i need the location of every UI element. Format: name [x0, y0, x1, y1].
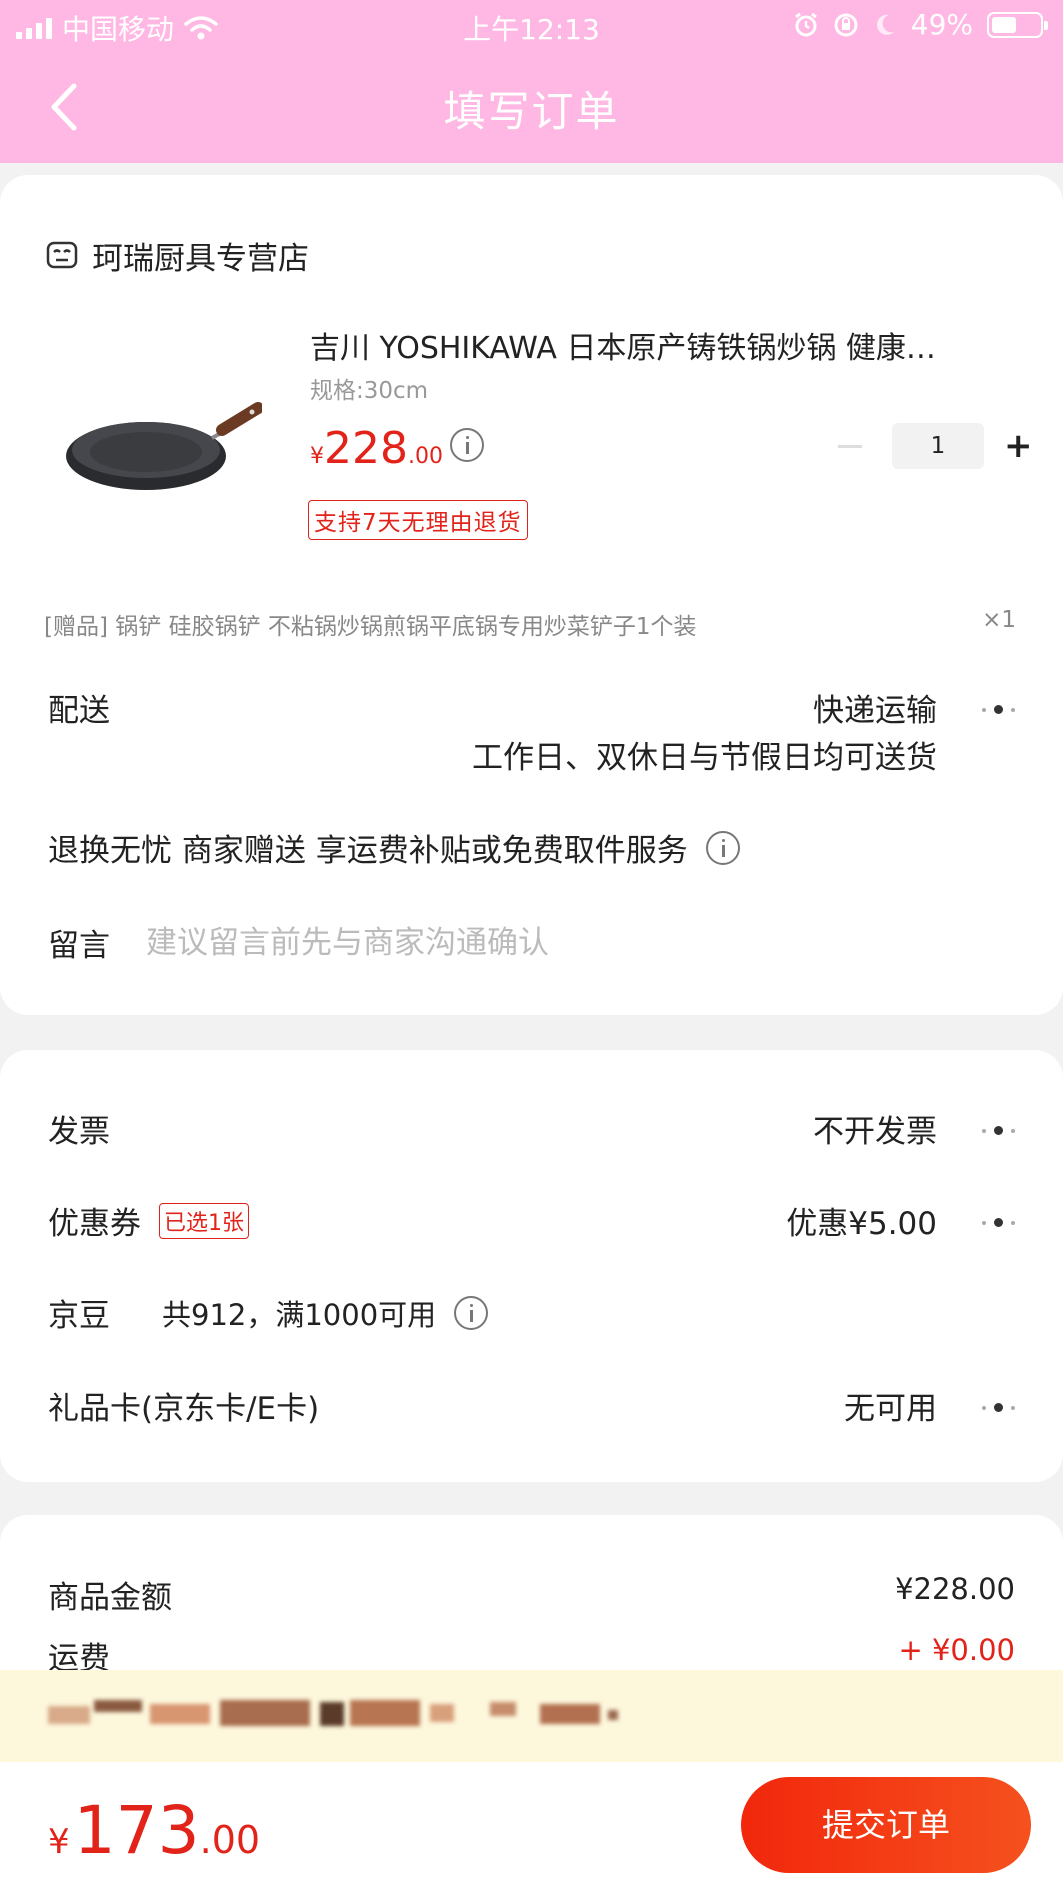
final-price-currency: ¥: [48, 1822, 70, 1862]
gift-card-value[interactable]: 无可用: [844, 1383, 937, 1428]
rotation-lock-icon: [834, 13, 858, 36]
shipping-value: + ¥0.00: [898, 1633, 1015, 1667]
goods-amount-label: 商品金额: [48, 1580, 172, 1616]
beans-info-icon[interactable]: [454, 1295, 489, 1330]
coupon-label: 优惠券: [48, 1206, 141, 1242]
coupon-more-icon[interactable]: [982, 1218, 1015, 1227]
header: 中国移动 上午12:13 49% 填写订单: [0, 0, 1063, 163]
price-info-icon[interactable]: [450, 428, 484, 462]
bottom-bar: ¥ 173 .00 提交订单: [0, 1762, 1063, 1888]
invoice-label: 发票: [48, 1114, 110, 1150]
note-input[interactable]: [146, 920, 906, 965]
gift-row: [赠品] 锅铲 硅胶锅铲 不粘锅炒锅煎锅平底锅专用炒菜铲子1个装 ×1: [44, 607, 1016, 641]
price-decimal: .00: [407, 444, 443, 469]
return-policy-badge: 支持7天无理由退货: [308, 500, 528, 540]
invoice-value[interactable]: 不开发票: [813, 1106, 937, 1151]
product-title[interactable]: 吉川 YOSHIKAWA 日本原产铸铁锅炒锅 健康…: [310, 323, 1010, 367]
gift-count: ×1: [982, 607, 1016, 633]
redacted-block: [350, 1700, 420, 1726]
alarm-icon: [794, 12, 817, 36]
quantity-field[interactable]: 1: [892, 423, 984, 469]
delivery-label: 配送: [48, 693, 110, 729]
gift-card-label: 礼品卡(京东卡/E卡): [48, 1391, 320, 1427]
redacted-block: [320, 1702, 344, 1726]
delivery-more-icon[interactable]: [982, 705, 1015, 714]
product-image[interactable]: [62, 380, 262, 500]
beans-label: 京豆: [48, 1298, 110, 1334]
shop-icon: [46, 241, 78, 268]
delivery-detail: 工作日、双休日与节假日均可送货: [472, 740, 937, 776]
final-price-integer: 173: [73, 1792, 200, 1869]
redacted-block: [94, 1700, 142, 1712]
service-text: 退换无忧 商家赠送 享运费补贴或免费取件服务: [48, 833, 688, 869]
final-price: ¥ 173 .00: [48, 1792, 260, 1869]
redacted-block: [150, 1704, 210, 1724]
redacted-block: [490, 1702, 516, 1716]
quantity-stepper: 1 +: [838, 423, 1033, 469]
submit-order-button[interactable]: 提交订单: [741, 1777, 1031, 1873]
gift-card-more-icon[interactable]: [982, 1403, 1015, 1412]
coupon-value[interactable]: 优惠¥5.00: [786, 1198, 937, 1243]
delivery-method[interactable]: 快递运输: [813, 685, 937, 730]
redacted-block: [430, 1704, 454, 1722]
payment-card: 发票 不开发票 优惠券 已选1张 优惠¥5.00 京豆 共912，满1000可用…: [0, 1050, 1063, 1482]
goods-amount-value: ¥228.00: [895, 1572, 1015, 1606]
redacted-block: [48, 1706, 90, 1724]
price-currency: ¥: [310, 444, 324, 469]
gift-text: [赠品] 锅铲 硅胶锅铲 不粘锅炒锅煎锅平底锅专用炒菜铲子1个装: [44, 614, 697, 640]
decrease-button[interactable]: [838, 444, 862, 448]
beans-text: 共912，满1000可用: [162, 1297, 437, 1332]
product-price: ¥ 228 .00: [310, 423, 443, 474]
note-label: 留言: [48, 928, 110, 964]
battery-icon: [987, 11, 1048, 38]
moon-icon: [876, 14, 894, 35]
battery-percent: 49%: [910, 8, 973, 41]
beans-row: 京豆 共912，满1000可用: [48, 1290, 489, 1335]
service-info-icon[interactable]: [705, 830, 740, 865]
final-price-decimal: .00: [199, 1818, 261, 1862]
status-bar: 中国移动 上午12:13 49%: [0, 0, 1063, 50]
redacted-block: [540, 1704, 600, 1724]
shop-row[interactable]: 珂瑞厨具专营店: [46, 233, 309, 278]
page-title: 填写订单: [443, 87, 620, 136]
coupon-selected-badge: 已选1张: [159, 1202, 249, 1239]
increase-button[interactable]: +: [1004, 429, 1033, 463]
redacted-block: [220, 1700, 310, 1726]
shop-name: 珂瑞厨具专营店: [92, 241, 309, 277]
product-spec: 规格:30cm: [310, 378, 429, 404]
service-row: 退换无忧 商家赠送 享运费补贴或免费取件服务: [48, 825, 740, 870]
redacted-block: [608, 1710, 618, 1720]
status-right: 49%: [793, 8, 1048, 41]
notice-bar: [0, 1670, 1063, 1762]
price-integer: 228: [324, 423, 408, 474]
order-card: 珂瑞厨具专营店 吉川 YOSHIKAWA 日本原产铸铁锅炒锅 健康… 规格:30…: [0, 175, 1063, 1015]
coupon-row: 优惠券 已选1张: [48, 1198, 249, 1243]
invoice-more-icon[interactable]: [982, 1126, 1015, 1135]
note-row: 留言: [48, 920, 906, 965]
